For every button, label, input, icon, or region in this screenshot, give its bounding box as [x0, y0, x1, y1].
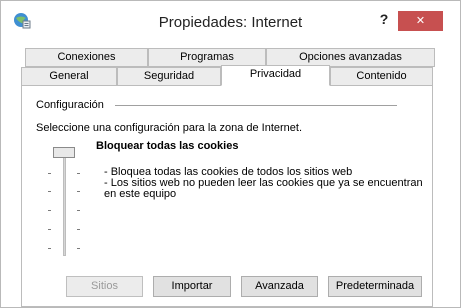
default-button[interactable]: Predeterminada: [328, 276, 422, 297]
slider-tick: [48, 191, 51, 192]
slider-tick: [77, 173, 80, 174]
internet-properties-dialog: Propiedades: Internet ? ✕ Conexiones Pro…: [0, 0, 461, 308]
slider-tick: [48, 229, 51, 230]
slider-tick: [77, 210, 80, 211]
tab-general[interactable]: General: [21, 67, 117, 86]
group-divider: [115, 105, 397, 106]
tab-conexiones[interactable]: Conexiones: [25, 48, 148, 67]
help-button[interactable]: ?: [372, 9, 396, 29]
slider-tick: [77, 229, 80, 230]
tab-contenido[interactable]: Contenido: [330, 67, 433, 86]
privacy-level-description: - Bloquea todas las cookies de todos los…: [104, 167, 423, 200]
close-icon: ✕: [415, 15, 426, 27]
settings-group-label: Configuración: [36, 99, 104, 111]
close-button[interactable]: ✕: [398, 11, 443, 31]
advanced-button[interactable]: Avanzada: [241, 276, 318, 297]
import-button[interactable]: Importar: [153, 276, 231, 297]
slider-tick: [77, 191, 80, 192]
privacy-slider-track[interactable]: [63, 150, 66, 256]
slider-tick: [48, 210, 51, 211]
tab-privacidad[interactable]: Privacidad: [221, 65, 330, 86]
slider-tick: [48, 173, 51, 174]
tab-seguridad[interactable]: Seguridad: [117, 67, 221, 86]
title-bar[interactable]: Propiedades: Internet ? ✕: [1, 1, 460, 33]
zone-instructions: Seleccione una configuración para la zon…: [36, 122, 303, 134]
privacy-slider-thumb[interactable]: [53, 147, 75, 158]
slider-tick: [77, 248, 80, 249]
description-line: en este equipo: [104, 188, 177, 200]
privacy-level-title: Bloquear todas las cookies: [96, 140, 239, 152]
sites-button[interactable]: Sitios: [66, 276, 143, 297]
slider-tick: [48, 248, 51, 249]
